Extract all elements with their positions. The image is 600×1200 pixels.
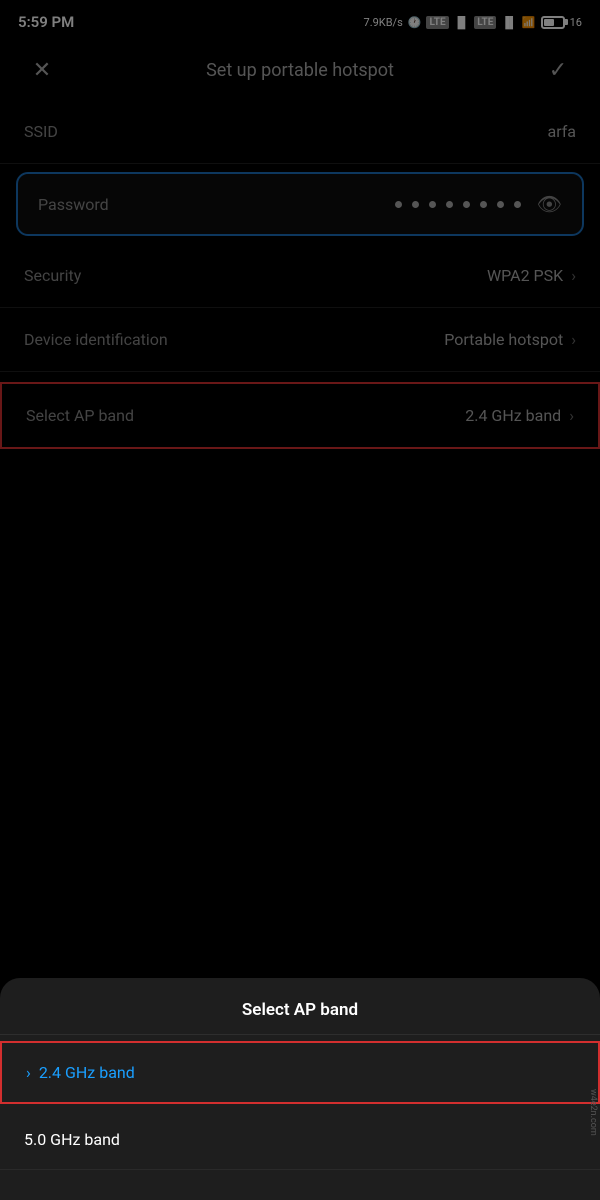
- band-option-2-4ghz-label: 2.4 GHz band: [39, 1063, 135, 1082]
- ssid-value: arfa: [547, 122, 576, 141]
- ssid-label: SSID: [24, 122, 58, 141]
- lte-icon: LTE: [426, 16, 448, 29]
- device-identification-chevron-icon: ›: [571, 330, 576, 349]
- speed-indicator: 7.9KB/s: [364, 16, 403, 29]
- selected-chevron-icon: ›: [26, 1063, 31, 1082]
- security-value: WPA2 PSK ›: [487, 266, 576, 285]
- password-label: Password: [38, 195, 109, 214]
- security-chevron-icon: ›: [571, 266, 576, 285]
- battery-level: 16: [570, 16, 582, 29]
- bottom-sheet: Select AP band › 2.4 GHz band 5.0 GHz ba…: [0, 978, 600, 1200]
- ssid-row[interactable]: SSID arfa: [0, 100, 600, 164]
- select-ap-band-row[interactable]: Select AP band 2.4 GHz band ›: [0, 382, 600, 449]
- content-area: SSID arfa Password 👁 Security WPA2 PSK ›: [0, 100, 600, 449]
- password-value-area: 👁: [393, 192, 562, 216]
- watermark: w4e2n.com: [586, 1085, 600, 1140]
- ap-band-label: Select AP band: [26, 406, 134, 425]
- lte-icon-2: LTE: [474, 16, 496, 29]
- signal-icon-2: ▐▌: [501, 16, 517, 29]
- password-dots: [393, 201, 523, 208]
- device-identification-label: Device identification: [24, 330, 168, 349]
- band-option-5ghz[interactable]: 5.0 GHz band: [0, 1110, 600, 1170]
- header: ✕ Set up portable hotspot ✓: [0, 40, 600, 100]
- security-label: Security: [24, 266, 81, 285]
- status-time: 5:59 PM: [18, 13, 74, 31]
- password-visibility-toggle[interactable]: 👁: [537, 192, 562, 216]
- ap-band-chevron-icon: ›: [569, 406, 574, 425]
- confirm-button[interactable]: ✓: [540, 58, 576, 83]
- band-option-5ghz-label: 5.0 GHz band: [24, 1130, 120, 1149]
- wifi-icon: 📶: [522, 16, 536, 29]
- bottom-sheet-title: Select AP band: [0, 978, 600, 1035]
- band-option-2-4ghz[interactable]: › 2.4 GHz band: [0, 1041, 600, 1104]
- status-bar: 5:59 PM 7.9KB/s 🕐 LTE ▐▌ LTE ▐▌ 📶 16: [0, 0, 600, 40]
- battery-icon: [541, 16, 565, 29]
- clock-icon: 🕐: [408, 16, 422, 29]
- security-row[interactable]: Security WPA2 PSK ›: [0, 244, 600, 308]
- password-row[interactable]: Password 👁: [16, 172, 584, 236]
- close-button[interactable]: ✕: [24, 58, 60, 83]
- status-icons: 7.9KB/s 🕐 LTE ▐▌ LTE ▐▌ 📶 16: [364, 16, 582, 29]
- battery-fill: [544, 19, 555, 26]
- device-identification-row[interactable]: Device identification Portable hotspot ›: [0, 308, 600, 372]
- signal-icon-1: ▐▌: [454, 16, 470, 29]
- ap-band-value: 2.4 GHz band ›: [465, 406, 574, 425]
- page-title: Set up portable hotspot: [60, 60, 540, 81]
- device-identification-value: Portable hotspot ›: [444, 330, 576, 349]
